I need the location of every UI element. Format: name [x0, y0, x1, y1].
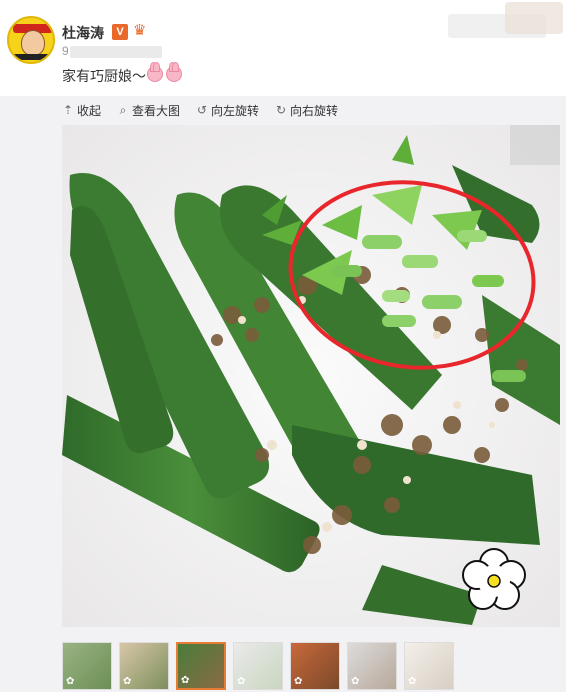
flower-icon: ✿	[237, 676, 246, 687]
pig-emoji-icon	[166, 62, 182, 82]
flower-icon: ✿	[294, 676, 303, 687]
view-large-label: 查看大图	[132, 103, 181, 118]
image-toolbar: ⇡ 收起 ⌕ 查看大图 ↺ 向左旋转 ↻ 向右旋转	[62, 100, 354, 120]
flower-icon: ✿	[66, 676, 75, 687]
rotate-right-label: 向右旋转	[290, 103, 339, 118]
post-header: 杜海涛 V ♛ 9 家有巧厨娘～	[0, 0, 566, 96]
flower-icon: ✿	[123, 676, 132, 687]
post-meta-visible: 9	[62, 44, 69, 58]
thumbnail[interactable]: ✿	[119, 642, 169, 690]
post-meta-blurred	[70, 46, 162, 58]
main-photo[interactable]	[62, 125, 560, 627]
collapse-button[interactable]: ⇡ 收起	[62, 102, 101, 119]
pig-emoji-icon	[147, 62, 163, 82]
media-panel: ⇡ 收起 ⌕ 查看大图 ↺ 向左旋转 ↻ 向右旋转 ✿ ✿ ✿ ✿ ✿ ✿ ✿	[0, 96, 566, 692]
magnifier-icon: ⌕	[119, 103, 127, 117]
rotate-left-button[interactable]: ↺ 向左旋转	[196, 102, 259, 119]
post-text: 家有巧厨娘～	[62, 68, 146, 84]
author-name[interactable]: 杜海涛	[62, 23, 104, 43]
avatar-face	[21, 30, 45, 56]
thumbnail[interactable]: ✿	[62, 642, 112, 690]
thumbnail-active[interactable]: ✿	[176, 642, 226, 690]
avatar[interactable]	[7, 16, 55, 64]
decoration-blurred	[505, 2, 563, 34]
flower-icon: ✿	[408, 676, 417, 687]
flower-icon: ✿	[351, 676, 360, 687]
rotate-left-label: 向左旋转	[211, 103, 260, 118]
thumbnail[interactable]: ✿	[233, 642, 283, 690]
thumbnail[interactable]: ✿	[290, 642, 340, 690]
crown-icon[interactable]: ♛	[133, 22, 149, 40]
rotate-right-icon: ↻	[276, 103, 287, 117]
view-large-button[interactable]: ⌕ 查看大图	[117, 102, 180, 119]
rotate-right-button[interactable]: ↻ 向右旋转	[275, 102, 338, 119]
flower-icon: ✿	[181, 675, 190, 686]
avatar-band-bottom	[13, 54, 53, 60]
rotate-left-icon: ↺	[197, 103, 208, 117]
thumbnail-strip: ✿ ✿ ✿ ✿ ✿ ✿ ✿	[62, 642, 461, 690]
collapse-arrow-icon: ⇡	[62, 103, 74, 117]
collapse-label: 收起	[77, 103, 102, 118]
verified-v-icon: V	[112, 24, 128, 40]
thumbnail[interactable]: ✿	[347, 642, 397, 690]
thumbnail[interactable]: ✿	[404, 642, 454, 690]
okra-dish-image	[62, 125, 560, 627]
